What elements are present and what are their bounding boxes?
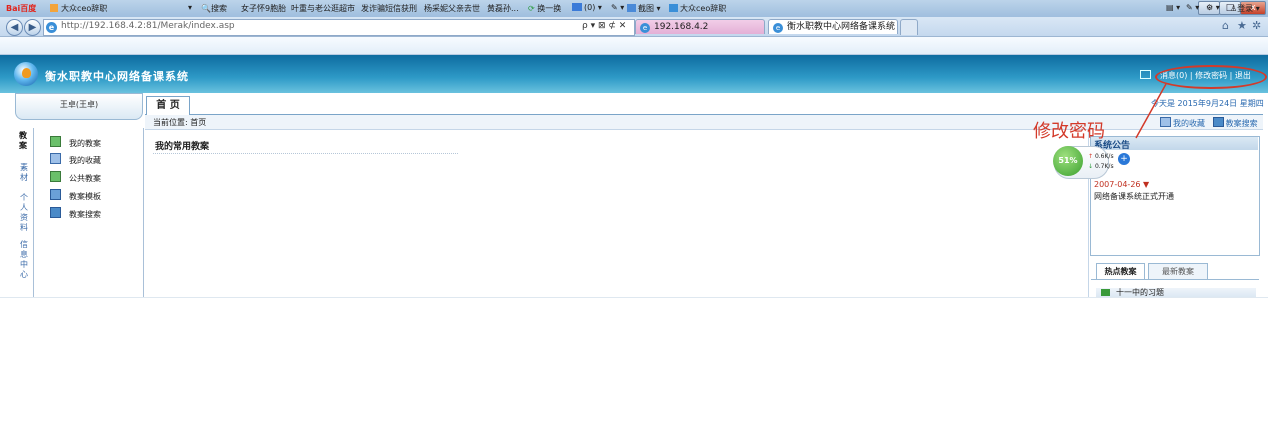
tab-home[interactable]: 首 页 (146, 96, 190, 115)
doc-icon (50, 136, 61, 147)
refresh-icon: ⟳ (528, 4, 535, 13)
search-icon (1212, 117, 1224, 127)
news-link-3[interactable]: 发诈骗短信获刑 (361, 3, 417, 14)
news-link-4[interactable]: 杨采妮父亲去世 (424, 3, 480, 14)
notice-item[interactable]: 网络备课系统正式开通 (1094, 191, 1174, 202)
app-header (0, 55, 1268, 93)
annotation-ellipse (1155, 65, 1267, 89)
ie-icon: e (773, 23, 783, 33)
baidu-item-icon (50, 4, 58, 12)
down-arrow-icon: ↓ (1088, 163, 1094, 170)
section-divider (153, 153, 458, 154)
menu-lesson-search[interactable]: 教案搜索 (50, 207, 101, 220)
annotation-pointer-line (1135, 83, 1167, 139)
login-button[interactable]: ♙登录 ▾ (1230, 3, 1260, 14)
app-logo-icon (14, 62, 38, 86)
new-marker-icon: ▼ (1143, 180, 1150, 189)
quick-links: 我的收藏 教案搜索 (1160, 117, 1258, 129)
browser-tab-ip[interactable]: e 192.168.4.2 (635, 19, 765, 34)
toolbar-right-item[interactable]: 大众ceo辞职 (669, 3, 726, 14)
mail-button[interactable]: (0) ▾ (572, 3, 602, 12)
app-title: 衡水职教中心网络备课系统 (45, 70, 189, 83)
news-link-5[interactable]: 黄磊孙... (487, 3, 519, 14)
quick-link-search[interactable]: 教案搜索 (1212, 117, 1258, 128)
toolbar-menu-icon[interactable]: ▤ ▾ (1166, 3, 1180, 12)
vtab-lesson-plans[interactable]: 教案 (17, 131, 29, 151)
forward-button[interactable]: ▶ (24, 19, 41, 36)
user-name: 王卓(王卓) (59, 100, 99, 109)
vtab-info-center[interactable]: 信息中心 (19, 240, 29, 280)
screenshot-button[interactable]: 截图 ▾ (627, 3, 661, 14)
menu-my-favorites[interactable]: 我的收藏 (50, 153, 101, 166)
search-button[interactable]: 🔍搜索 (201, 3, 227, 14)
screenshot-icon (627, 4, 636, 12)
address-url[interactable]: http://192.168.4.2:81/Merak/index.asp (61, 21, 235, 31)
page-bottom-edge (0, 297, 1268, 298)
address-controls[interactable]: ρ ▾ ⊠ ⊄ ✕ (582, 21, 626, 31)
message-mail-icon[interactable] (1140, 70, 1151, 79)
toolbar-tools-icon[interactable]: ✎ ▾ (1186, 3, 1199, 12)
baidu-news-item[interactable]: 大众ceo辞职 (50, 3, 107, 14)
browser-toolbar (0, 37, 1268, 55)
notice-date: 2007-04-26 ▼ (1094, 180, 1150, 189)
template-icon (50, 189, 61, 200)
mail-icon (572, 3, 582, 11)
home-icon[interactable]: ⌂ (1222, 19, 1229, 32)
search-icon (50, 207, 61, 218)
menu-public-lesson-plans[interactable]: 公共教案 (50, 171, 101, 184)
menu-lesson-templates[interactable]: 教案模板 (50, 189, 101, 202)
speed-plus-icon[interactable]: + (1118, 153, 1130, 165)
swap-button[interactable]: ⟳ 换一换 (528, 3, 561, 14)
section-title: 我的常用教案 (155, 142, 210, 152)
tab-latest-lessons[interactable]: 最新教案 (1148, 263, 1208, 279)
vtab-personal-info[interactable]: 个人资料 (19, 193, 29, 233)
settings-gear-icon[interactable]: ✲ (1252, 19, 1261, 32)
tab-label: 衡水职教中心网络备课系统 (787, 22, 896, 32)
new-tab-button[interactable] (900, 19, 918, 35)
tab-close-icon[interactable]: × (887, 20, 895, 34)
toolbar-settings-icon[interactable]: ⚙ ▾ (1206, 3, 1220, 12)
vtab-materials[interactable]: 素材 (19, 163, 29, 183)
browser-tab-app[interactable]: e 衡水职教中心网络备课系统 × (768, 19, 898, 34)
ie-icon: e (640, 23, 650, 33)
main-tab-bar (145, 93, 1263, 115)
user-panel: 王卓(王卓) (15, 93, 143, 120)
favorite-icon (50, 153, 61, 164)
breadcrumb: 当前位置: 首页 (153, 118, 207, 127)
search-icon: 🔍 (201, 4, 211, 13)
tab-hot-lessons[interactable]: 热点教案 (1096, 263, 1145, 279)
ie-icon (669, 4, 678, 12)
up-arrow-icon: ↑ (1088, 153, 1094, 160)
upload-speed: ↑ 0.6K/s (1088, 153, 1114, 160)
baidu-logo[interactable]: Bai百度 (6, 3, 36, 14)
address-bar[interactable]: e http://192.168.4.2:81/Merak/index.asp … (43, 19, 635, 36)
annotation-label: 修改密码 (1033, 121, 1105, 142)
ie-icon: e (46, 22, 57, 33)
public-icon (50, 171, 61, 182)
tab-label: 192.168.4.2 (654, 22, 709, 32)
pencil-icon[interactable]: ✎ ▾ (611, 3, 624, 12)
dropdown-arrow-icon[interactable]: ▾ (188, 3, 192, 12)
list-number-icon (1101, 289, 1110, 296)
news-link-1[interactable]: 女子怀9胞胎 (241, 3, 286, 14)
menu-my-lesson-plans[interactable]: 我的教案 (50, 136, 101, 149)
speed-percent: 51% (1053, 146, 1083, 176)
favorites-star-icon[interactable]: ★ (1237, 19, 1247, 32)
download-speed: ↓ 0.7K/s (1088, 163, 1114, 170)
news-link-2[interactable]: 叶重与老公逛超市 (291, 3, 355, 14)
back-button[interactable]: ◀ (6, 19, 23, 36)
